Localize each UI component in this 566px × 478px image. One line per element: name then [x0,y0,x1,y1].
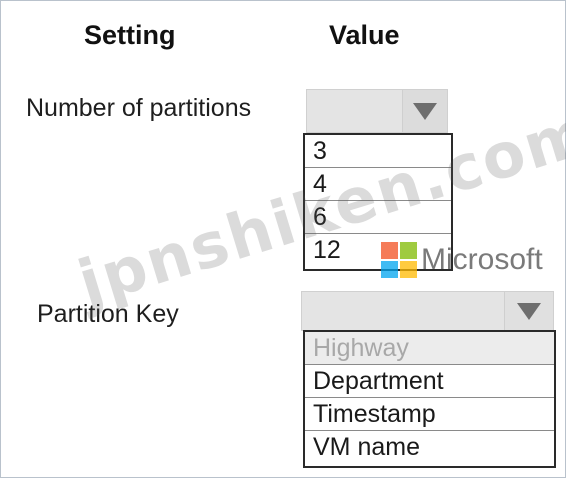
option-partition-key-timestamp[interactable]: Timestamp [305,398,554,431]
partition-key-options: Highway Department Timestamp VM name [303,330,556,468]
setting-column-header: Setting [84,20,176,50]
option-partition-key-vm-name[interactable]: VM name [305,431,554,463]
microsoft-squares-icon [381,242,417,278]
partition-key-dropdown[interactable] [301,291,554,331]
logo-square-red [381,242,398,259]
option-partitions-4[interactable]: 4 [305,168,451,201]
chevron-down-icon [517,302,541,320]
option-partitions-6[interactable]: 6 [305,201,451,234]
logo-square-yellow [400,261,417,278]
number-of-partitions-dropdown[interactable] [306,89,448,133]
option-partition-key-highway[interactable]: Highway [305,332,554,365]
microsoft-logo-text: Microsoft [421,243,543,276]
number-of-partitions-dropdown-arrow[interactable] [402,90,447,132]
logo-square-blue [381,261,398,278]
partition-key-dropdown-arrow[interactable] [504,292,553,330]
microsoft-logo: Microsoft [381,242,543,278]
partition-key-label: Partition Key [37,300,179,328]
number-of-partitions-selected-value [307,90,403,132]
chevron-down-icon [413,102,437,120]
number-of-partitions-label: Number of partitions [26,94,252,122]
value-column-header: Value [329,20,400,50]
logo-square-green [400,242,417,259]
partition-key-selected-value [302,292,507,330]
option-partitions-3[interactable]: 3 [305,135,451,168]
option-partition-key-department[interactable]: Department [305,365,554,398]
